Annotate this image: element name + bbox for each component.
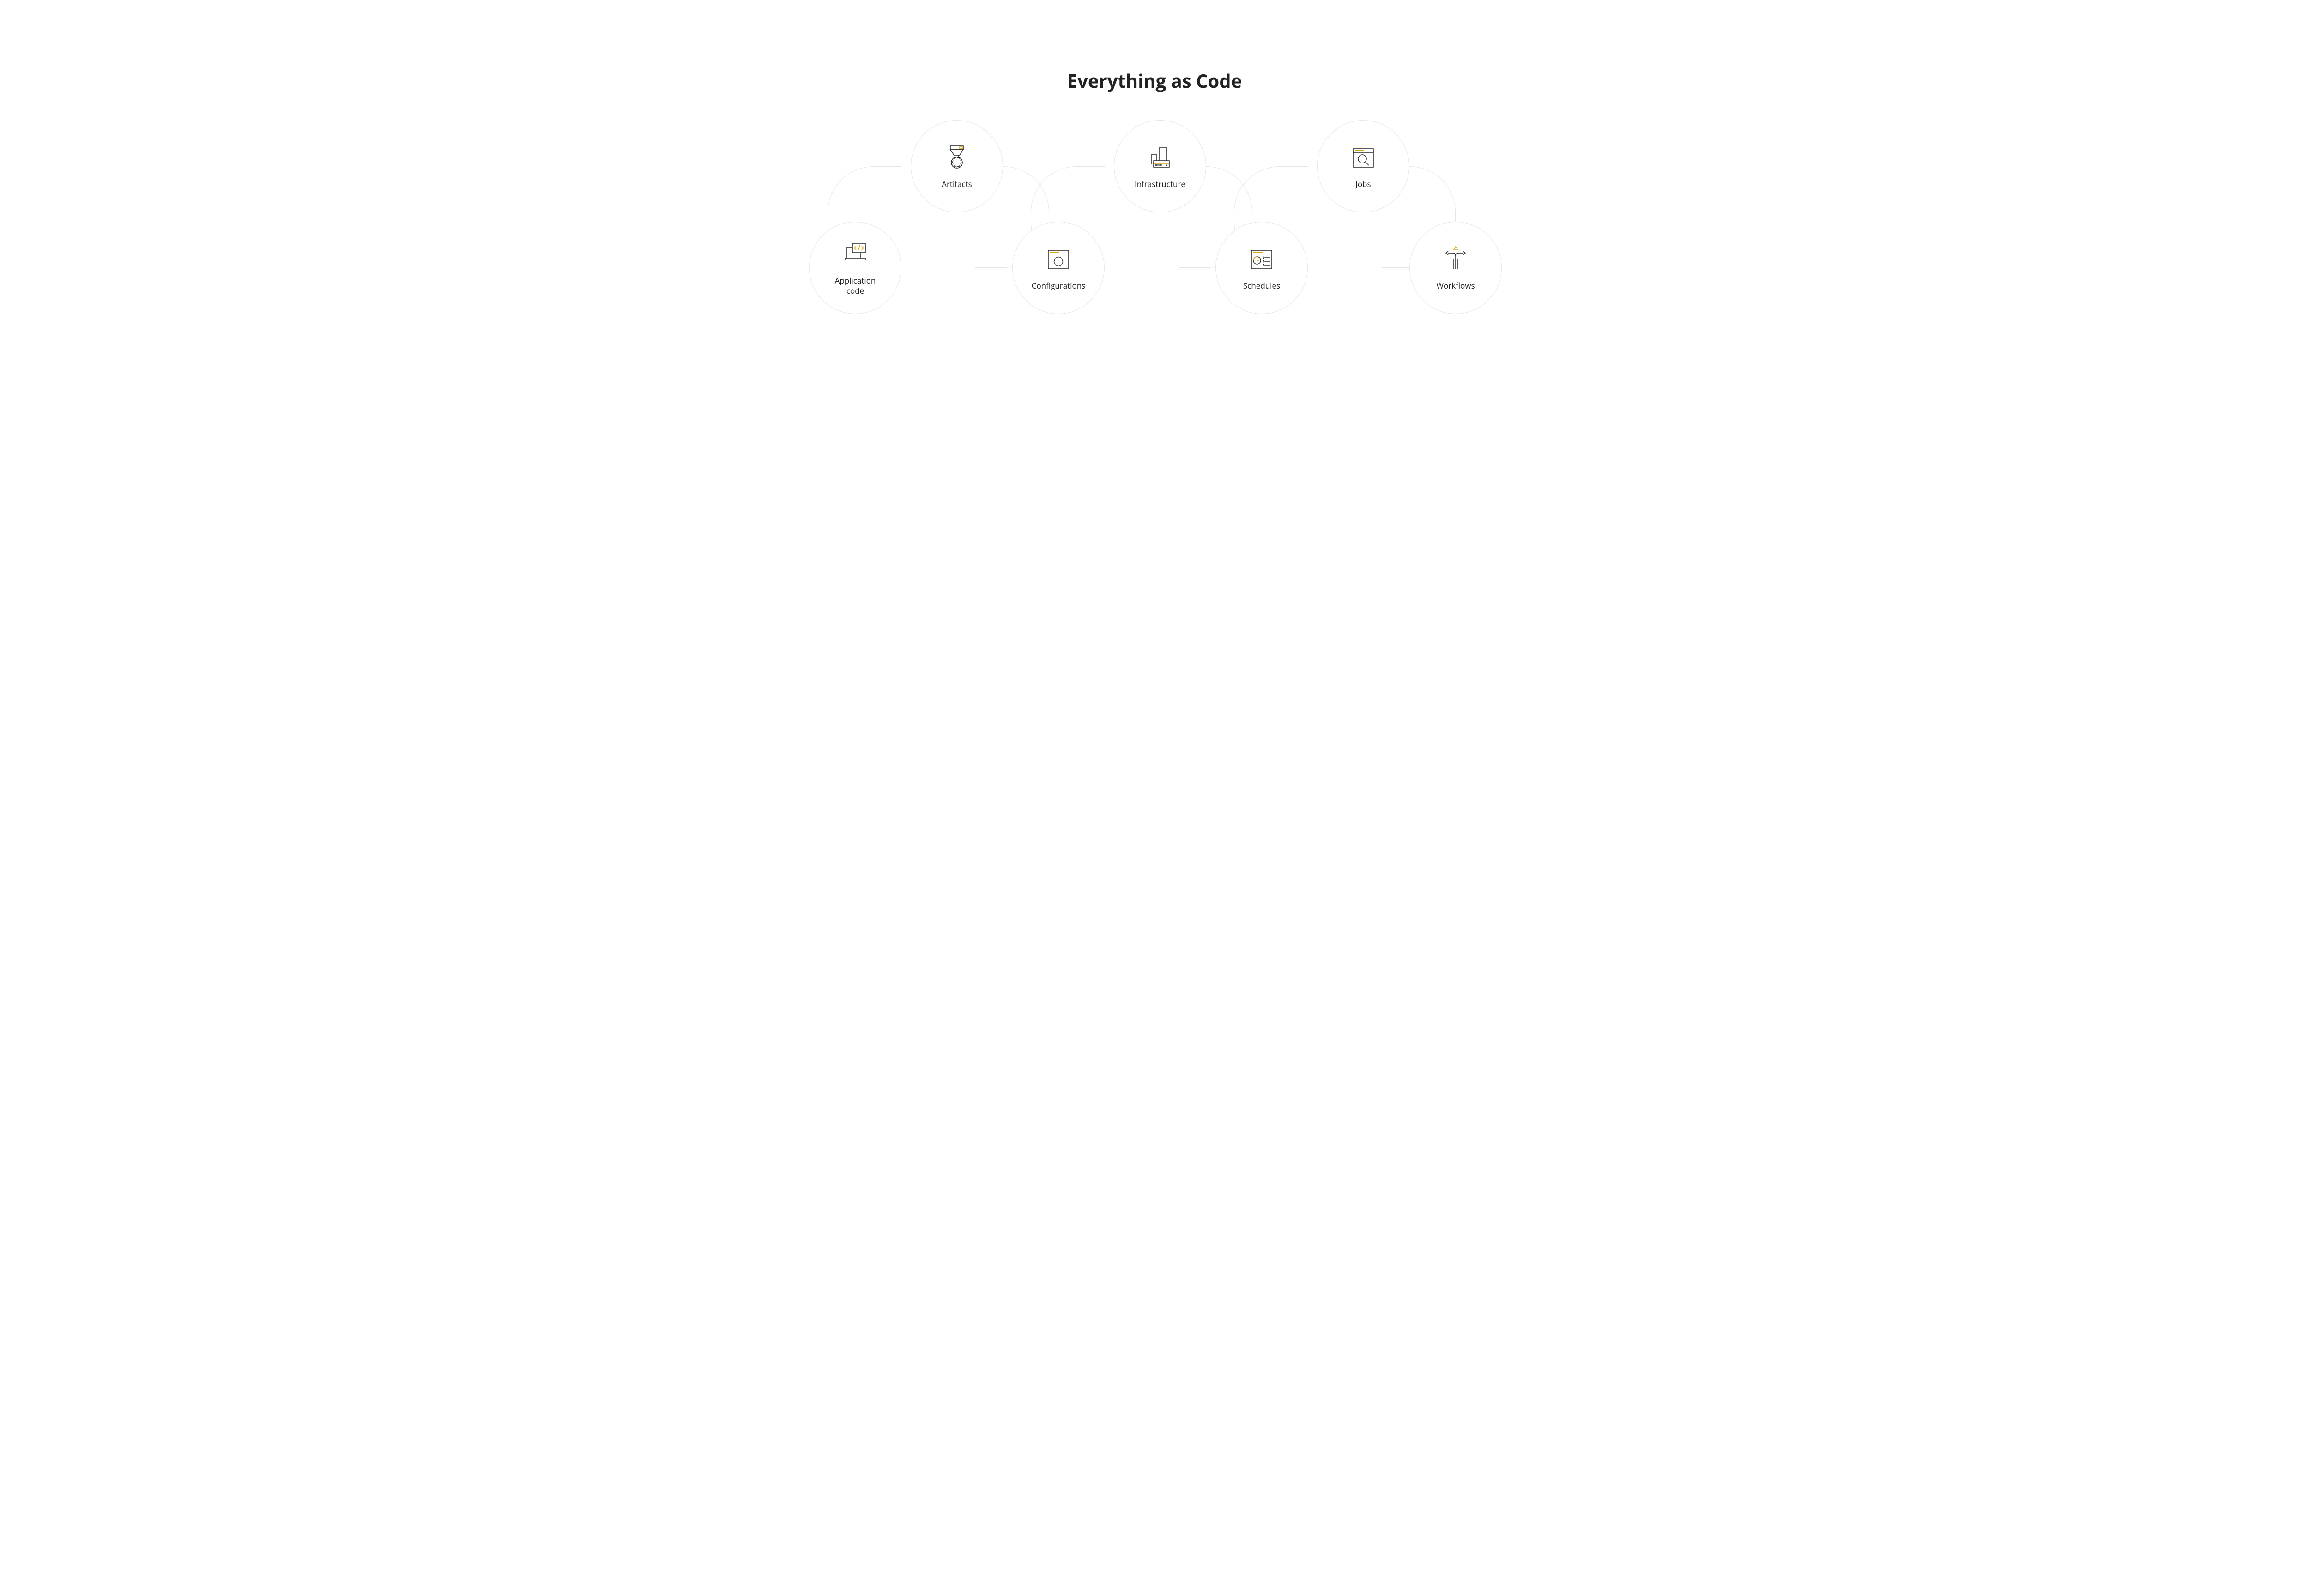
application-code-icon bbox=[840, 240, 870, 269]
jobs-icon bbox=[1348, 143, 1378, 173]
node-jobs: Jobs bbox=[1317, 120, 1409, 212]
configurations-icon bbox=[1044, 245, 1073, 274]
node-schedules: Schedules bbox=[1215, 222, 1308, 314]
diagram-canvas: Everything as Code Applicationcode bbox=[800, 0, 1509, 355]
diagram-title: Everything as Code bbox=[800, 68, 1509, 93]
node-configurations: Configurations bbox=[1012, 222, 1105, 314]
node-label: Artifacts bbox=[942, 179, 972, 189]
node-label: Jobs bbox=[1355, 179, 1371, 189]
node-label: Schedules bbox=[1243, 281, 1280, 291]
node-label: Configurations bbox=[1032, 281, 1086, 291]
workflows-icon bbox=[1441, 245, 1470, 274]
artifacts-icon bbox=[942, 143, 972, 173]
node-infrastructure: Infrastructure bbox=[1114, 120, 1206, 212]
node-label: Workflows bbox=[1436, 281, 1475, 291]
infrastructure-icon bbox=[1145, 143, 1175, 173]
node-application-code: Applicationcode bbox=[809, 222, 901, 314]
node-artifacts: Artifacts bbox=[911, 120, 1003, 212]
schedules-icon bbox=[1247, 245, 1276, 274]
node-label: Infrastructure bbox=[1135, 179, 1185, 189]
node-label: Applicationcode bbox=[835, 276, 876, 296]
node-workflows: Workflows bbox=[1409, 222, 1502, 314]
